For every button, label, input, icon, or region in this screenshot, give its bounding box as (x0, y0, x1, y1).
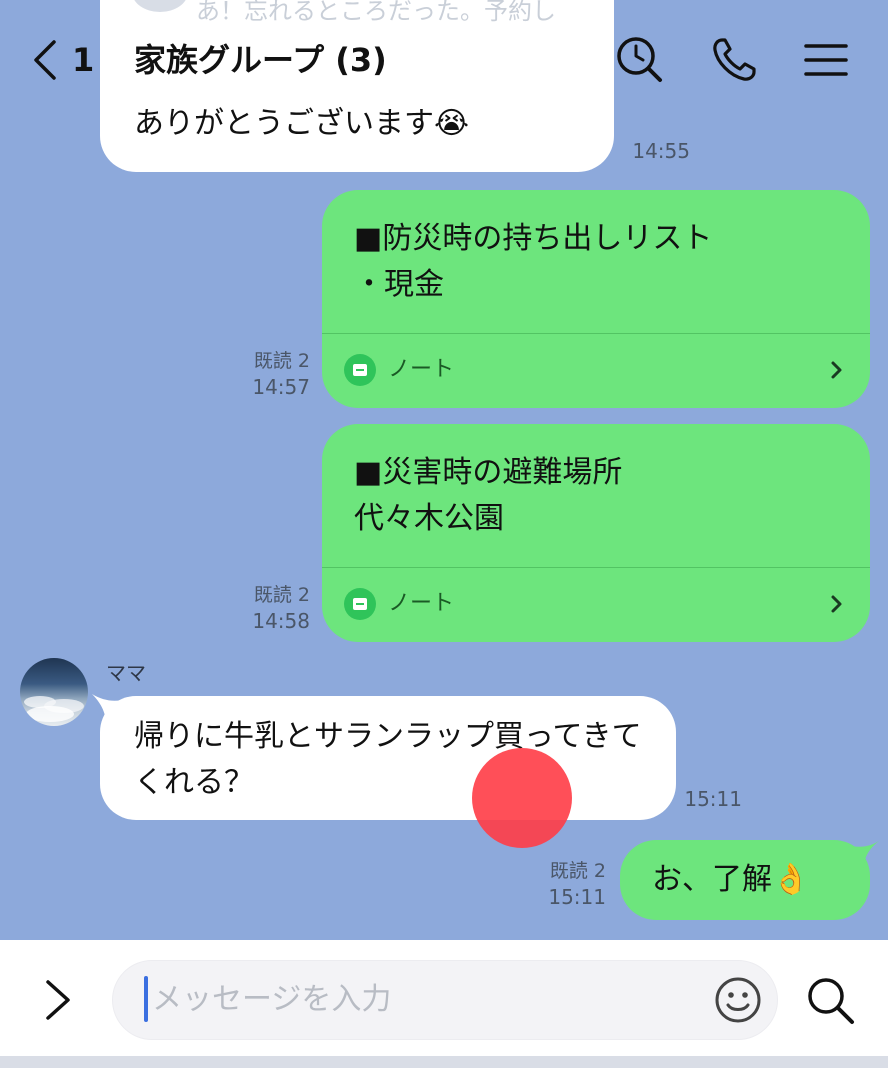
note-bubble-evacuation-list[interactable]: ■防災時の持ち出しリスト ・現金 ノート (322, 190, 870, 408)
note-text: ■災害時の避難場所 代々木公園 (354, 455, 623, 536)
note-icon (344, 354, 376, 386)
message-time: 15:11 (548, 885, 606, 909)
message-time: 14:55 (632, 139, 690, 163)
note-label: ノート (388, 591, 455, 616)
search-icon[interactable] (802, 972, 858, 1028)
bubble-tail (852, 840, 880, 868)
sender-name: ママ (106, 661, 146, 685)
note-label: ノート (388, 357, 455, 382)
chevron-right-icon[interactable] (826, 358, 846, 382)
touch-indicator (472, 748, 572, 848)
chevron-right-expand-icon[interactable] (40, 976, 76, 1024)
message-input-placeholder: メッセージを入力 (152, 982, 392, 1017)
message-text: お、了解👌 (652, 862, 810, 897)
read-receipt: 既読 2 (253, 350, 310, 372)
message-time: 15:11 (684, 787, 742, 811)
note-icon (344, 588, 376, 620)
emoji-icon[interactable] (712, 974, 764, 1026)
back-arrow-icon[interactable] (26, 38, 66, 82)
message-bubble-mama[interactable]: 帰りに牛乳とサランラップ買ってきてくれる？ (100, 696, 676, 820)
read-receipt: 既読 2 (549, 860, 606, 882)
menu-icon[interactable] (800, 34, 852, 86)
chevron-right-icon[interactable] (826, 592, 846, 616)
chat-title: 家族グループ (3) (134, 41, 387, 79)
text-caret (144, 976, 148, 1022)
note-text: ■防災時の持ち出しリスト ・現金 (354, 221, 713, 302)
avatar-mama[interactable] (20, 658, 88, 726)
message-time: 14:57 (252, 375, 310, 399)
unread-count[interactable]: 1 (72, 38, 94, 82)
phone-icon[interactable] (708, 34, 760, 86)
message-time: 14:58 (252, 609, 310, 633)
message-text: 帰りに牛乳とサランラップ買ってきてくれる？ (134, 719, 642, 800)
note-bubble-evacuation-site[interactable]: ■災害時の避難場所 代々木公園 ノート (322, 424, 870, 642)
note-divider (322, 567, 870, 568)
bottom-strip (0, 1056, 888, 1068)
message-bubble-reply[interactable]: お、了解👌 (620, 840, 870, 920)
search-clock-icon[interactable] (614, 34, 666, 86)
note-divider (322, 333, 870, 334)
read-receipt: 既読 2 (253, 584, 310, 606)
